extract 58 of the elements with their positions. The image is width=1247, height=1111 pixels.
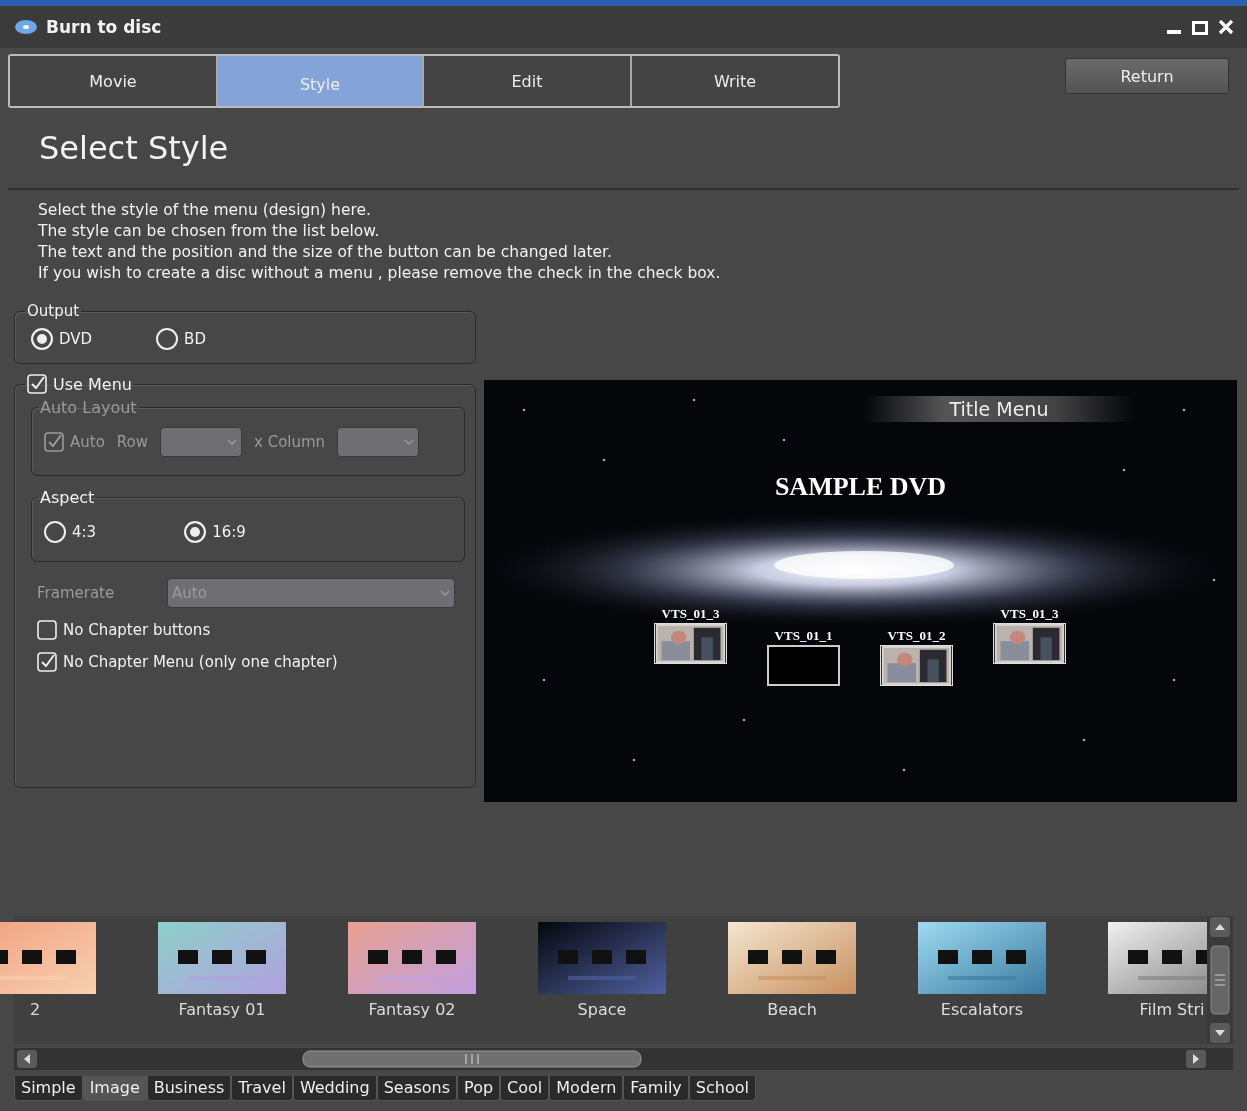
style-name: Escalators — [940, 1000, 1024, 1019]
group-label: Auto Layout — [39, 398, 138, 417]
field-label: Framerate — [37, 584, 115, 602]
checkbox-label: Auto — [70, 433, 105, 451]
close-icon[interactable] — [1217, 18, 1235, 36]
scroll-thumb[interactable] — [1210, 945, 1230, 1015]
step-tab[interactable]: Movie — [10, 56, 218, 106]
category-tab[interactable]: Travel — [231, 1076, 293, 1101]
maximize-icon[interactable] — [1191, 18, 1209, 36]
radio-label: 16:9 — [212, 523, 246, 541]
scroll-left-icon[interactable] — [16, 1049, 38, 1069]
style-name: Fantasy 02 — [368, 1000, 456, 1019]
checkbox-label: No Chapter Menu (only one chapter) — [63, 653, 338, 671]
category-tab[interactable]: School — [688, 1076, 756, 1101]
category-tab[interactable]: Image — [82, 1076, 147, 1101]
style-name: Fantasy 01 — [178, 1000, 266, 1019]
radio-button[interactable] — [31, 328, 53, 350]
style-name: Film Stri — [1139, 1000, 1205, 1019]
caret-icon — [227, 439, 238, 445]
return-button[interactable]: Return — [1065, 58, 1229, 94]
scroll-thumb[interactable] — [302, 1050, 642, 1068]
radio-button[interactable] — [184, 521, 207, 543]
category-tab[interactable]: Pop — [457, 1076, 501, 1101]
category-tab[interactable]: Cool — [500, 1076, 550, 1101]
style-name: 2 — [30, 1000, 41, 1019]
description-text: The text and the position and the size of the button can be changed later. — [38, 242, 613, 263]
caret-icon — [440, 590, 450, 596]
page-heading: Select Style — [39, 129, 229, 167]
description-text: Select the style of the menu (design) here. — [38, 200, 372, 221]
group-label: Aspect — [39, 488, 96, 507]
checkbox-label: Use Menu — [53, 374, 132, 394]
style-name: Space — [577, 1000, 627, 1019]
field-label: Row — [116, 433, 149, 451]
category-tab[interactable]: Wedding — [292, 1076, 377, 1101]
caret-icon — [404, 439, 415, 445]
category-tab[interactable]: Family — [623, 1076, 689, 1101]
checkbox-label: No Chapter buttons — [63, 621, 211, 639]
vertical-scrollbar[interactable] — [1207, 916, 1233, 1044]
radio-button[interactable] — [156, 328, 179, 350]
scroll-down-icon[interactable] — [1209, 1022, 1231, 1044]
style-name: Beach — [767, 1000, 817, 1019]
category-tab[interactable]: Business — [146, 1076, 232, 1101]
category-tab[interactable]: Simple — [14, 1076, 83, 1101]
disc-icon — [14, 18, 38, 36]
scroll-up-icon[interactable] — [1209, 916, 1231, 938]
group-label: Output — [26, 302, 81, 320]
category-tab[interactable]: Seasons — [376, 1076, 458, 1101]
description-text: The style can be chosen from the list below. — [38, 221, 381, 242]
radio-label: DVD — [59, 330, 93, 348]
category-tab[interactable]: Modern — [549, 1076, 624, 1101]
description-text: If you wish to create a disc without a menu , please remove the check in the check box. — [38, 263, 722, 284]
radio-label: 4:3 — [72, 523, 97, 541]
window-title: Burn to disc — [46, 17, 163, 37]
scroll-right-icon[interactable] — [1185, 1049, 1207, 1069]
horizontal-scrollbar[interactable] — [14, 1048, 1233, 1070]
field-label: x Column — [254, 433, 326, 451]
radio-button[interactable] — [44, 521, 66, 543]
radio-label: BD — [184, 330, 206, 348]
